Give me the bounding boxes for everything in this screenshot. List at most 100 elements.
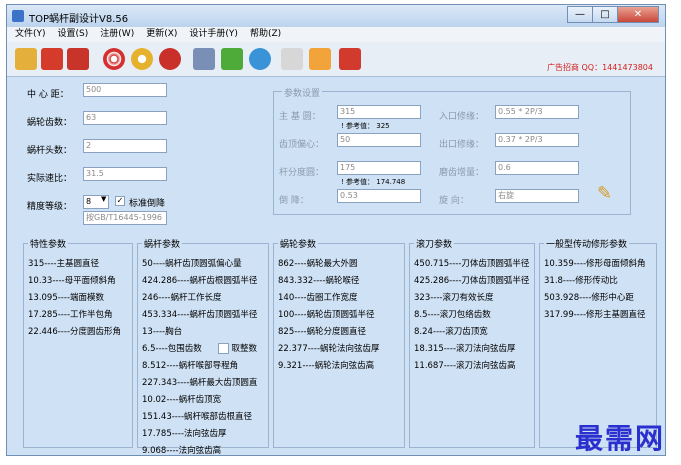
wheel-teeth-label: 蜗轮齿数： — [27, 118, 73, 128]
toolbar: 广告招商 QQ：1441473804 — [7, 42, 665, 77]
base-circle-label: 主 基 圆： — [279, 112, 321, 122]
list-item: 10.02----蜗杆齿顶宽 — [142, 395, 222, 405]
calc-icon[interactable] — [193, 48, 215, 70]
arc-radius-ref: ! 参考值： 174.748 — [341, 178, 406, 186]
save-icon[interactable] — [67, 48, 89, 70]
list-item: 862----蜗轮最大外圆 — [278, 259, 358, 269]
list-item: 151.43----蜗杆喉部齿根直径 — [142, 412, 253, 422]
worm-starts-label: 蜗杆头数： — [27, 146, 73, 156]
rotation-label: 旋 向： — [439, 196, 469, 206]
pencil-icon[interactable]: ✎ — [597, 183, 612, 204]
precision-label: 精度等级： — [27, 202, 73, 212]
tooth-increase-input[interactable]: 0.6 — [495, 161, 579, 175]
list-item: 8.512----蜗杆喉部导程角 — [142, 361, 239, 371]
list-item: 424.286----蜗杆齿根圆弧半径 — [142, 276, 258, 286]
list-item: 315----主基圆直径 — [28, 259, 99, 269]
ad-text: 广告招商 QQ：1441473804 — [546, 63, 653, 72]
chamfer-input[interactable]: 0.53 — [337, 189, 421, 203]
cloud-icon[interactable] — [249, 48, 271, 70]
title-bar: TOP蜗杆副设计V8.56 — □ ✕ — [7, 5, 665, 27]
hob-params-panel: 滚刀参数 450.715----刀体齿顶圆弧半径 425.286----刀体齿顶… — [409, 237, 535, 448]
list-item: 13----胸台 — [142, 327, 183, 337]
list-item: 453.334----蜗杆齿顶圆弧半径 — [142, 310, 258, 320]
wrap-teeth-value: 6.5----包围齿数 — [142, 344, 202, 354]
list-item: 317.99----修形主基圆直径 — [544, 310, 646, 320]
menu-register[interactable]: 注册(W) — [100, 27, 134, 42]
chamfer-checkbox-label: 标准倒降 — [129, 199, 166, 209]
characteristics-panel: 特性参数 315----主基圆直径 10.33----母平面倾斜角 13.095… — [23, 237, 133, 448]
modification-params-title: 一般型传动修形参数 — [544, 237, 630, 250]
worm-params-panel: 蜗杆参数 50----蜗杆齿顶圆弧偏心量 424.286----蜗杆齿根圆弧半径… — [137, 237, 269, 456]
worm-params-title: 蜗杆参数 — [142, 237, 183, 250]
list-item: 22.446----分度圆齿形角 — [28, 327, 122, 337]
list-item: 450.715----刀体齿顶圆弧半径 — [414, 259, 530, 269]
list-item: 425.286----刀体齿顶圆弧半径 — [414, 276, 530, 286]
params-group-title: 参数设置 — [282, 86, 323, 99]
gear-icon[interactable] — [131, 48, 153, 70]
actual-ratio-input[interactable]: 31.5 — [83, 167, 167, 181]
integer-checkbox-label: 取整数 — [231, 344, 258, 354]
exit-mod-input[interactable]: 0.37 * 2P/3 — [495, 133, 579, 147]
list-item: 13.095----端面模数 — [28, 293, 105, 303]
app-icon — [12, 10, 24, 22]
menu-file[interactable]: 文件(Y) — [15, 27, 46, 42]
integer-checkbox[interactable] — [217, 343, 229, 354]
arc-radius-input[interactable]: 175 — [337, 161, 421, 175]
entry-mod-input[interactable]: 0.55 * 2P/3 — [495, 105, 579, 119]
center-distance-label: 中 心 距： — [27, 90, 69, 100]
tooth-offset-label: 齿顶偏心： — [279, 140, 325, 150]
list-item: 9.321----蜗轮法向弦齿高 — [278, 361, 375, 371]
menu-design-manual[interactable]: 设计手册(Y) — [189, 27, 238, 42]
list-item: 17.785----法向弦齿厚 — [142, 429, 227, 439]
list-item: 31.8----修形传动比 — [544, 276, 618, 286]
spiral-icon[interactable] — [103, 48, 125, 70]
chevron-down-icon[interactable]: ▼ — [101, 195, 106, 203]
center-distance-input[interactable]: 500 — [83, 83, 167, 97]
list-item: 9.068----法向弦齿高 — [142, 446, 222, 456]
window-title: TOP蜗杆副设计V8.56 — [29, 14, 129, 25]
close-button[interactable]: ✕ — [617, 6, 659, 23]
wheel-params-title: 蜗轮参数 — [278, 237, 319, 250]
tooth-increase-label: 磨齿增量： — [439, 168, 485, 178]
entry-mod-label: 入口修缘： — [439, 112, 485, 122]
list-item: 22.377----蜗轮法向弦齿厚 — [278, 344, 380, 354]
list-item: 503.928----修形中心距 — [544, 293, 634, 303]
edit-doc-icon[interactable] — [281, 48, 303, 70]
list-item: 17.285----工作半包角 — [28, 310, 113, 320]
open-icon[interactable] — [15, 48, 37, 70]
list-item: 10.359----修形母面倾斜角 — [544, 259, 646, 269]
menu-settings[interactable]: 设置(S) — [58, 27, 89, 42]
chamfer-label: 倒 降： — [279, 196, 309, 206]
list-item: 50----蜗杆齿顶圆弧偏心量 — [142, 259, 242, 269]
standard-text: 按GB/T16445-1996 — [83, 211, 167, 225]
green-b-icon[interactable] — [221, 48, 243, 70]
menu-bar: 文件(Y) 设置(S) 注册(W) 更新(X) 设计手册(Y) 帮助(Z) — [7, 27, 665, 42]
rss-icon[interactable] — [309, 48, 331, 70]
maximize-button[interactable]: □ — [592, 6, 618, 23]
menu-help[interactable]: 帮助(Z) — [250, 27, 281, 42]
settings-icon[interactable] — [41, 48, 63, 70]
list-item: 18.315----滚刀法向弦齿厚 — [414, 344, 516, 354]
worm-starts-input[interactable]: 2 — [83, 139, 167, 153]
app-window: TOP蜗杆副设计V8.56 — □ ✕ 文件(Y) 设置(S) 注册(W) 更新… — [6, 4, 666, 456]
list-item: 8.24----滚刀齿顶宽 — [414, 327, 488, 337]
exit-icon[interactable] — [339, 48, 361, 70]
characteristics-title: 特性参数 — [28, 237, 69, 250]
rotation-input[interactable]: 右旋 — [495, 189, 579, 203]
list-item: 140----齿圈工作宽度 — [278, 293, 358, 303]
actual-ratio-label: 实际速比： — [27, 174, 73, 184]
list-item: 227.343----蜗杆最大齿顶圆直 — [142, 378, 258, 388]
chamfer-checkbox[interactable]: ✓ — [115, 196, 125, 206]
list-item: 11.687----滚刀法向弦齿高 — [414, 361, 516, 371]
tooth-offset-input[interactable]: 50 — [337, 133, 421, 147]
hob-params-title: 滚刀参数 — [414, 237, 455, 250]
base-circle-ref: ! 参考值： 325 — [341, 122, 390, 130]
wheel-teeth-input[interactable]: 63 — [83, 111, 167, 125]
menu-update[interactable]: 更新(X) — [146, 27, 177, 42]
list-item: 10.33----母平面倾斜角 — [28, 276, 116, 286]
tool-icon[interactable] — [159, 48, 181, 70]
list-item: 825----蜗轮分度圆直径 — [278, 327, 366, 337]
minimize-button[interactable]: — — [567, 6, 593, 23]
base-circle-input[interactable]: 315 — [337, 105, 421, 119]
exit-mod-label: 出口修缘： — [439, 140, 485, 150]
